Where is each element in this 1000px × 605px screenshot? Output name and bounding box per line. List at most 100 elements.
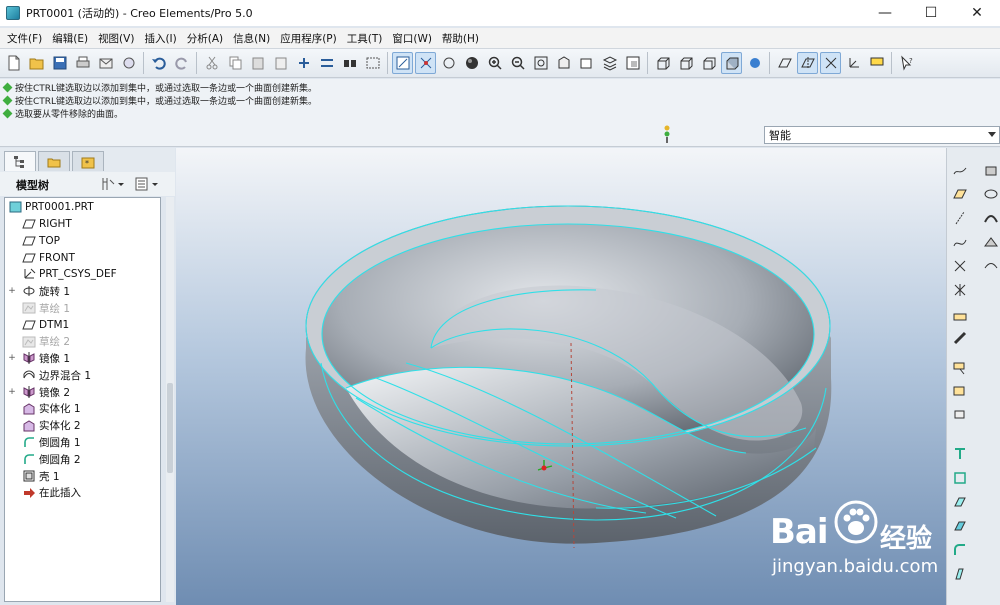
context-help-icon[interactable]: ? [896,52,917,74]
sweep-tool-icon[interactable] [981,208,1000,228]
send-link-icon[interactable] [118,52,139,74]
paste-special-icon[interactable] [270,52,291,74]
shading-icon[interactable] [721,52,742,74]
baidu-watermark: Bai 经验 jingyan.baidu.com [766,496,946,586]
save-icon[interactable] [49,52,70,74]
revolve-tool-icon[interactable] [981,184,1000,204]
print-icon[interactable] [72,52,93,74]
toolbar-separator [143,52,144,74]
toolbar-separator [196,52,197,74]
menu-window[interactable]: 窗口(W) [387,31,437,46]
hidden-line-icon[interactable] [675,52,696,74]
copy-geom-tool-icon[interactable] [950,382,970,402]
tree-item-label: FRONT [39,251,75,264]
menu-analysis[interactable]: 分析(A) [182,31,228,46]
tree-item-label: 实体化 2 [39,420,81,433]
wireframe-icon[interactable] [652,52,673,74]
window-controls: — ☐ ✕ [862,0,1000,26]
draft-tool-icon[interactable] [950,564,970,584]
tree-scrollbar[interactable] [166,197,174,602]
zoom-out-icon[interactable] [507,52,528,74]
reorient-icon[interactable] [553,52,574,74]
regen-manager-icon[interactable] [316,52,337,74]
no-hidden-icon[interactable] [698,52,719,74]
watermark-brand: Bai [770,512,829,552]
menu-info[interactable]: 信息(N) [228,31,275,46]
tree-settings-icon[interactable] [100,176,126,192]
spin-center-icon[interactable] [415,52,436,74]
menu-edit[interactable]: 编辑(E) [47,31,93,46]
new-file-icon[interactable] [3,52,24,74]
mirror-icon [23,352,35,365]
open-folder-icon[interactable] [26,52,47,74]
tab-favorites[interactable]: * [72,151,104,171]
expand-toggle-icon[interactable]: + [8,353,16,363]
annotation-toggle-icon[interactable] [866,52,887,74]
watermark-url: jingyan.baidu.com [772,556,939,577]
layers-icon[interactable] [599,52,620,74]
datum-axis-toggle-icon[interactable] [797,52,818,74]
pipe-tool-icon[interactable] [950,444,970,464]
surface-tool-icon[interactable] [981,256,1000,276]
merge-tool-icon[interactable] [950,468,970,488]
paste-icon[interactable] [247,52,268,74]
blend-tool-icon[interactable] [981,232,1000,252]
csys-toggle-icon[interactable] [843,52,864,74]
selection-filter-dropdown[interactable]: 智能 [764,126,1000,144]
tree-show-icon[interactable] [134,176,160,192]
tab-model-tree[interactable] [4,151,36,171]
tab-folder-browser[interactable] [38,151,70,171]
menu-file[interactable]: 文件(F) [2,31,47,46]
expand-toggle-icon[interactable]: + [8,387,16,397]
publish-geom-tool-icon[interactable] [950,406,970,426]
close-button[interactable]: ✕ [954,0,1000,26]
repaint-icon[interactable] [392,52,413,74]
datum-point-tool-icon[interactable] [950,256,970,276]
extrude-tool-icon[interactable] [981,160,1000,180]
orient-mode-icon[interactable] [438,52,459,74]
datum-plane-toggle-icon[interactable] [774,52,795,74]
regenerate-icon[interactable] [293,52,314,74]
menu-insert[interactable]: 插入(I) [139,31,181,46]
menu-view[interactable]: 视图(V) [93,31,139,46]
menu-applications[interactable]: 应用程序(P) [275,31,342,46]
copy-icon[interactable] [224,52,245,74]
chain-tool-icon[interactable] [950,328,970,348]
datum-curve-tool-icon[interactable] [950,232,970,252]
csys-icon [24,269,36,279]
trim-tool-icon[interactable] [950,492,970,512]
refit-icon[interactable] [530,52,551,74]
expand-toggle-icon[interactable]: + [8,286,16,296]
display-style-icon[interactable] [461,52,482,74]
annotation-tool-icon[interactable] [950,358,970,378]
minimize-button[interactable]: — [862,0,908,26]
datum-plane-icon [22,219,36,229]
scrollbar-thumb[interactable] [167,383,173,473]
datum-axis-tool-icon[interactable] [950,208,970,228]
tree-item-label: 倒圆角 2 [39,453,81,466]
menu-tools[interactable]: 工具(T) [342,31,388,46]
datum-plane-tool-icon[interactable] [950,184,970,204]
datum-point-toggle-icon[interactable] [820,52,841,74]
csys-tool-icon[interactable] [950,280,970,300]
maximize-button[interactable]: ☐ [908,0,954,26]
find-icon[interactable] [339,52,360,74]
select-box-icon[interactable] [362,52,383,74]
cut-icon[interactable] [201,52,222,74]
zoom-in-icon[interactable] [484,52,505,74]
undo-icon[interactable] [148,52,169,74]
appearance-icon[interactable] [744,52,765,74]
extend-tool-icon[interactable] [950,516,970,536]
view-manager-icon[interactable] [622,52,643,74]
menu-help[interactable]: 帮助(H) [437,31,484,46]
tree-item-label: 在此插入 [39,487,81,500]
send-mail-icon[interactable] [95,52,116,74]
sketch-tool-icon[interactable] [950,160,970,180]
tree-item-label: RIGHT [39,218,72,230]
favorites-icon: * [81,157,95,168]
analysis-tool-icon[interactable] [950,304,970,324]
model-tree-header: 模型树 [0,172,175,196]
saved-views-icon[interactable] [576,52,597,74]
round-tool-icon[interactable] [950,540,970,560]
redo-icon[interactable] [171,52,192,74]
